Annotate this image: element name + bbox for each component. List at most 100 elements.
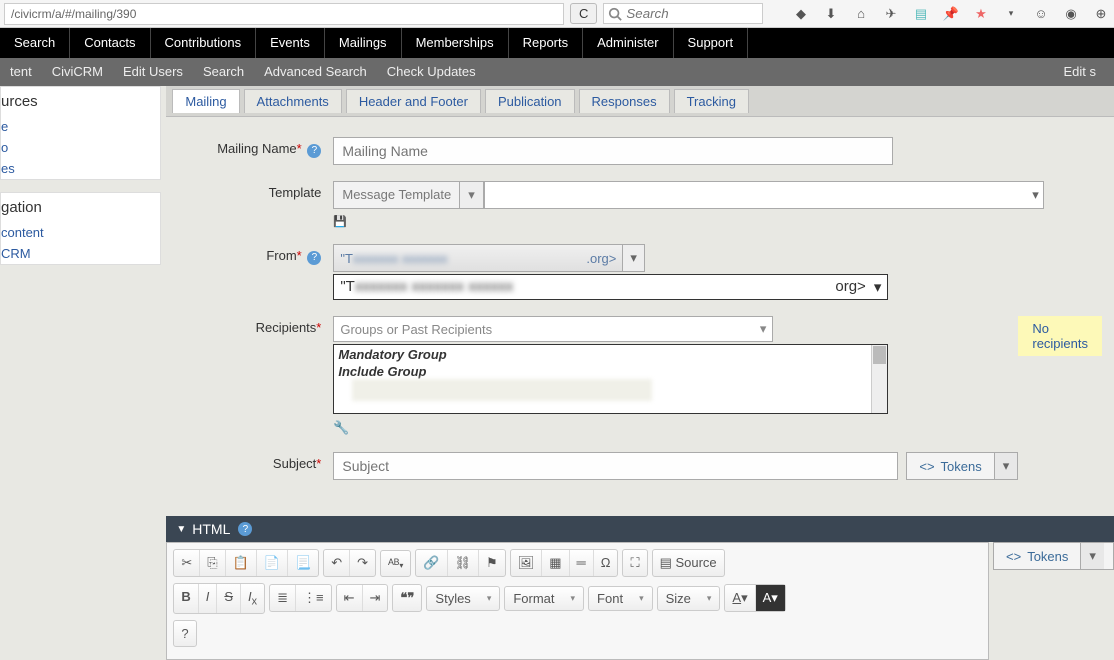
template-select[interactable]: Message Template ▾ bbox=[333, 181, 483, 209]
smile-icon[interactable]: ☺ bbox=[1032, 5, 1050, 23]
tab-responses[interactable]: Responses bbox=[579, 89, 670, 113]
bullet-list-button[interactable]: ⋮≡ bbox=[296, 585, 331, 611]
home-icon[interactable]: ⌂ bbox=[852, 5, 870, 23]
nav-contacts[interactable]: Contacts bbox=[70, 28, 150, 58]
pocket-icon[interactable]: ◆ bbox=[792, 5, 810, 23]
help-button[interactable]: ? bbox=[174, 621, 195, 646]
font-select[interactable]: Font▾ bbox=[588, 586, 653, 611]
note-icon[interactable]: ▤ bbox=[912, 5, 930, 23]
indent-button[interactable]: ⇥ bbox=[363, 585, 388, 611]
refresh-button[interactable]: C bbox=[570, 3, 597, 24]
chevron-down-icon: ▾ bbox=[1080, 543, 1104, 569]
chevron-down-icon: ▾ bbox=[1032, 187, 1039, 203]
tokens-button[interactable]: <>Tokens ▾ bbox=[906, 452, 1018, 480]
tab-publication[interactable]: Publication bbox=[485, 89, 575, 113]
undo-button[interactable]: ↶ bbox=[324, 550, 350, 576]
bold-button[interactable]: B bbox=[174, 584, 198, 613]
italic-button[interactable]: I bbox=[199, 584, 218, 613]
bg-color-button[interactable]: A▾ bbox=[756, 585, 785, 611]
copy-button[interactable]: ⎘ bbox=[200, 550, 225, 576]
nav-events[interactable]: Events bbox=[256, 28, 325, 58]
nav-support[interactable]: Support bbox=[674, 28, 749, 58]
redo-button[interactable]: ↷ bbox=[350, 550, 375, 576]
unlink-button[interactable]: ⛓ bbox=[448, 550, 480, 576]
outdent-button[interactable]: ⇤ bbox=[337, 585, 363, 611]
sidebar-link[interactable]: es bbox=[1, 158, 160, 179]
subnav-edit[interactable]: Edit s bbox=[1053, 58, 1106, 86]
subnav-content[interactable]: tent bbox=[0, 58, 42, 86]
browser-search-input[interactable] bbox=[626, 6, 758, 21]
text-color-button[interactable]: A▾ bbox=[725, 585, 755, 611]
blockquote-button[interactable]: ❝❞ bbox=[393, 585, 421, 611]
sidebar-link[interactable]: CRM bbox=[1, 243, 160, 264]
from-dropdown[interactable]: "T xxxxxxx xxxxxxx xxxxxx org> ▾ bbox=[333, 274, 888, 300]
spellcheck-button[interactable]: ᴬᴮ▾ bbox=[381, 551, 410, 576]
help-icon[interactable]: ? bbox=[238, 522, 252, 536]
star-icon[interactable]: ★ bbox=[972, 5, 990, 23]
help-icon[interactable]: ? bbox=[307, 251, 321, 265]
sidebar-link[interactable]: o bbox=[1, 137, 160, 158]
size-select[interactable]: Size▾ bbox=[657, 586, 721, 611]
menu-caret-icon[interactable]: ▾ bbox=[1002, 5, 1020, 23]
nav-search[interactable]: Search bbox=[0, 28, 70, 58]
chevron-down-icon[interactable]: ▾ bbox=[623, 244, 645, 272]
recipient-item[interactable] bbox=[352, 379, 652, 401]
numbered-list-button[interactable]: ≣ bbox=[270, 585, 296, 611]
chevron-down-icon: ▾ bbox=[994, 453, 1018, 479]
subnav-civicrm[interactable]: CiviCRM bbox=[42, 58, 113, 86]
paste-text-button[interactable]: 📄 bbox=[257, 550, 288, 576]
sidebar-nav-title: gation bbox=[1, 193, 160, 222]
nav-contributions[interactable]: Contributions bbox=[151, 28, 257, 58]
browser-search[interactable] bbox=[603, 3, 763, 24]
source-button[interactable]: ▤ Source bbox=[653, 550, 724, 576]
anchor-button[interactable]: ⚑ bbox=[479, 550, 505, 576]
styles-select[interactable]: Styles▾ bbox=[426, 586, 500, 611]
subnav-advanced-search[interactable]: Advanced Search bbox=[254, 58, 377, 86]
nav-administer[interactable]: Administer bbox=[583, 28, 673, 58]
scrollbar[interactable] bbox=[871, 345, 887, 413]
table-button[interactable]: ▦ bbox=[542, 550, 569, 576]
link-button[interactable]: 🔗 bbox=[416, 550, 447, 576]
pin-icon[interactable]: 📌 bbox=[942, 5, 960, 23]
globe-icon[interactable]: ⊕ bbox=[1092, 5, 1110, 23]
recipients-select[interactable]: Groups or Past Recipients ▾ bbox=[333, 316, 773, 342]
save-icon[interactable]: 💾 bbox=[333, 215, 1102, 228]
image-button[interactable]: 🖼 bbox=[511, 550, 543, 576]
format-select[interactable]: Format▾ bbox=[504, 586, 584, 611]
tabs: Mailing Attachments Header and Footer Pu… bbox=[166, 86, 1114, 117]
hr-button[interactable]: ═ bbox=[570, 550, 594, 576]
wrench-icon[interactable]: 🔧 bbox=[333, 420, 888, 436]
strike-button[interactable]: S bbox=[217, 584, 241, 613]
sidebar-link[interactable]: content bbox=[1, 222, 160, 243]
remove-format-button[interactable]: Ix bbox=[241, 584, 264, 613]
maximize-button[interactable]: ⛶ bbox=[623, 550, 646, 576]
nav-reports[interactable]: Reports bbox=[509, 28, 584, 58]
download-icon[interactable]: ⬇ bbox=[822, 5, 840, 23]
from-select[interactable]: "T xxxxxxx xxxxxxx .org> bbox=[333, 244, 623, 272]
url-bar[interactable]: /civicrm/a/#/mailing/390 bbox=[4, 3, 564, 25]
recipients-list[interactable]: Mandatory Group Include Group bbox=[333, 344, 888, 414]
subnav-check-updates[interactable]: Check Updates bbox=[377, 58, 486, 86]
special-char-button[interactable]: Ω bbox=[594, 550, 618, 576]
tab-attachments[interactable]: Attachments bbox=[244, 89, 342, 113]
subject-input[interactable] bbox=[333, 452, 898, 480]
html-panel-header[interactable]: ▼ HTML ? bbox=[166, 516, 1114, 542]
tab-mailing[interactable]: Mailing bbox=[172, 89, 239, 113]
paste-word-button[interactable]: 📃 bbox=[288, 550, 318, 576]
caret-down-icon: ▼ bbox=[176, 524, 186, 535]
sidebar-link[interactable]: e bbox=[1, 116, 160, 137]
mask-icon[interactable]: ◉ bbox=[1062, 5, 1080, 23]
mailing-name-input[interactable] bbox=[333, 137, 893, 165]
nav-memberships[interactable]: Memberships bbox=[402, 28, 509, 58]
tab-header-footer[interactable]: Header and Footer bbox=[346, 89, 481, 113]
send-icon[interactable]: ✈ bbox=[882, 5, 900, 23]
tab-tracking[interactable]: Tracking bbox=[674, 89, 749, 113]
paste-button[interactable]: 📋 bbox=[226, 550, 257, 576]
subnav-search[interactable]: Search bbox=[193, 58, 254, 86]
nav-mailings[interactable]: Mailings bbox=[325, 28, 402, 58]
template-wide-select[interactable]: ▾ bbox=[484, 181, 1044, 209]
tokens-button-side[interactable]: <>Tokens ▾ bbox=[993, 542, 1114, 570]
subnav-edit-users[interactable]: Edit Users bbox=[113, 58, 193, 86]
help-icon[interactable]: ? bbox=[307, 144, 321, 158]
cut-button[interactable]: ✂ bbox=[174, 550, 200, 576]
